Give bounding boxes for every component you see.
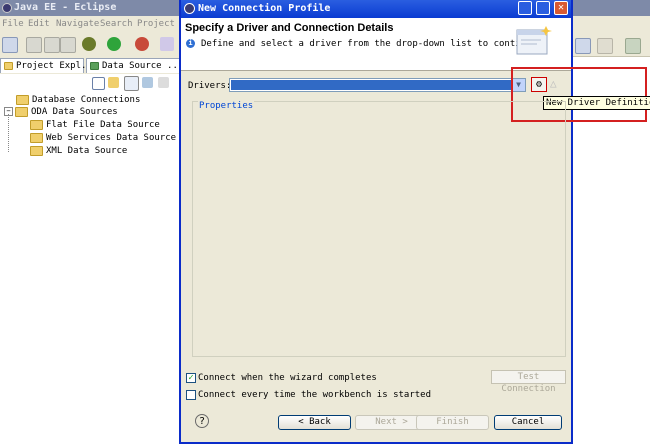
new-icon[interactable] bbox=[2, 37, 18, 53]
drivers-dropdown[interactable]: ▼ bbox=[229, 78, 526, 92]
tree-item-label: Web Services Data Source bbox=[46, 133, 177, 143]
dialog-title: New Connection Profile bbox=[198, 3, 331, 14]
link-icon[interactable] bbox=[108, 77, 119, 88]
connect-on-complete-label: Connect when the wizard completes bbox=[198, 373, 377, 383]
perspective-icon[interactable] bbox=[575, 38, 591, 54]
connect-on-start-label: Connect every time the workbench is star… bbox=[198, 390, 431, 400]
save-icon[interactable] bbox=[26, 37, 42, 53]
view-toolbar bbox=[0, 74, 180, 93]
eclipse-right-toolbar bbox=[573, 16, 650, 56]
menu-project[interactable]: Project bbox=[137, 19, 175, 29]
menu-search[interactable]: Search bbox=[100, 19, 133, 29]
minimize-button[interactable] bbox=[518, 1, 532, 15]
filter-icon[interactable] bbox=[124, 76, 139, 91]
debug-icon[interactable] bbox=[82, 37, 96, 51]
open-type-icon[interactable] bbox=[597, 38, 613, 54]
tree-item-flat-file[interactable]: Flat File Data Source bbox=[30, 119, 160, 131]
tab-data-source-explorer[interactable]: Data Source ... bbox=[86, 58, 184, 73]
eclipse-icon bbox=[184, 3, 195, 14]
maximize-button[interactable] bbox=[536, 1, 550, 15]
folder-icon bbox=[30, 145, 43, 156]
print-icon[interactable] bbox=[60, 37, 76, 53]
tree-guide-line bbox=[8, 114, 9, 152]
tree-item-oda-data-sources[interactable]: − ODA Data Sources bbox=[4, 106, 118, 118]
help-icon[interactable]: ? bbox=[195, 414, 209, 428]
save-all-icon[interactable] bbox=[44, 37, 60, 53]
menu-file[interactable]: File bbox=[2, 19, 24, 29]
tree-item-database-connections[interactable]: Database Connections bbox=[16, 94, 140, 106]
tree-item-label: Flat File Data Source bbox=[46, 120, 160, 130]
properties-group-label: Properties bbox=[198, 101, 255, 111]
database-icon bbox=[90, 61, 99, 70]
tree-item-web-services[interactable]: Web Services Data Source bbox=[30, 132, 176, 144]
finish-button[interactable]: Finish bbox=[416, 415, 489, 430]
close-button[interactable]: ✕ bbox=[554, 1, 568, 15]
menu-navigate[interactable]: Navigate bbox=[56, 19, 99, 29]
properties-group bbox=[192, 101, 566, 357]
back-nav-icon[interactable] bbox=[625, 38, 641, 54]
drivers-label: Drivers: bbox=[188, 81, 232, 91]
folder-icon bbox=[4, 61, 13, 70]
wizard-banner-icon bbox=[516, 26, 552, 55]
collapse-all-icon[interactable] bbox=[92, 77, 105, 90]
drivers-selected-value bbox=[231, 80, 512, 90]
eclipse-window-title: Java EE - Eclipse bbox=[14, 2, 117, 13]
folder-icon bbox=[16, 94, 29, 105]
data-source-tree: Database Connections − ODA Data Sources F… bbox=[0, 92, 180, 444]
external-tools-icon[interactable] bbox=[135, 37, 149, 51]
tab-data-source-label: Data Source ... bbox=[102, 61, 184, 71]
toolbar-more-icon[interactable] bbox=[160, 37, 174, 51]
tab-project-explorer[interactable]: Project Expl... bbox=[0, 58, 97, 73]
info-icon: i bbox=[186, 39, 195, 48]
header-title: Specify a Driver and Connection Details bbox=[185, 22, 394, 34]
header-description: Define and select a driver from the drop… bbox=[201, 39, 543, 49]
cancel-button[interactable]: Cancel bbox=[494, 415, 562, 430]
tree-item-label: XML Data Source bbox=[46, 146, 128, 156]
back-button[interactable]: < Back bbox=[278, 415, 351, 430]
connect-on-complete-checkbox[interactable]: ✓ bbox=[186, 373, 196, 383]
folder-icon bbox=[30, 132, 43, 143]
tree-item-label: ODA Data Sources bbox=[31, 107, 118, 117]
run-icon[interactable] bbox=[107, 37, 121, 51]
menu-edit[interactable]: Edit bbox=[28, 19, 50, 29]
folder-icon bbox=[30, 119, 43, 130]
test-connection-button[interactable]: Test Connection bbox=[491, 370, 566, 394]
tree-item-label: Database Connections bbox=[32, 95, 141, 105]
view-menu-icon[interactable] bbox=[158, 77, 169, 88]
new-connection-icon[interactable] bbox=[142, 77, 153, 88]
view-tabs: Project Expl... Data Source ... bbox=[0, 56, 184, 74]
tree-item-xml[interactable]: XML Data Source bbox=[30, 145, 127, 157]
connect-on-start-checkbox[interactable] bbox=[186, 390, 196, 400]
eclipse-icon bbox=[2, 3, 12, 13]
folder-icon bbox=[15, 106, 28, 117]
